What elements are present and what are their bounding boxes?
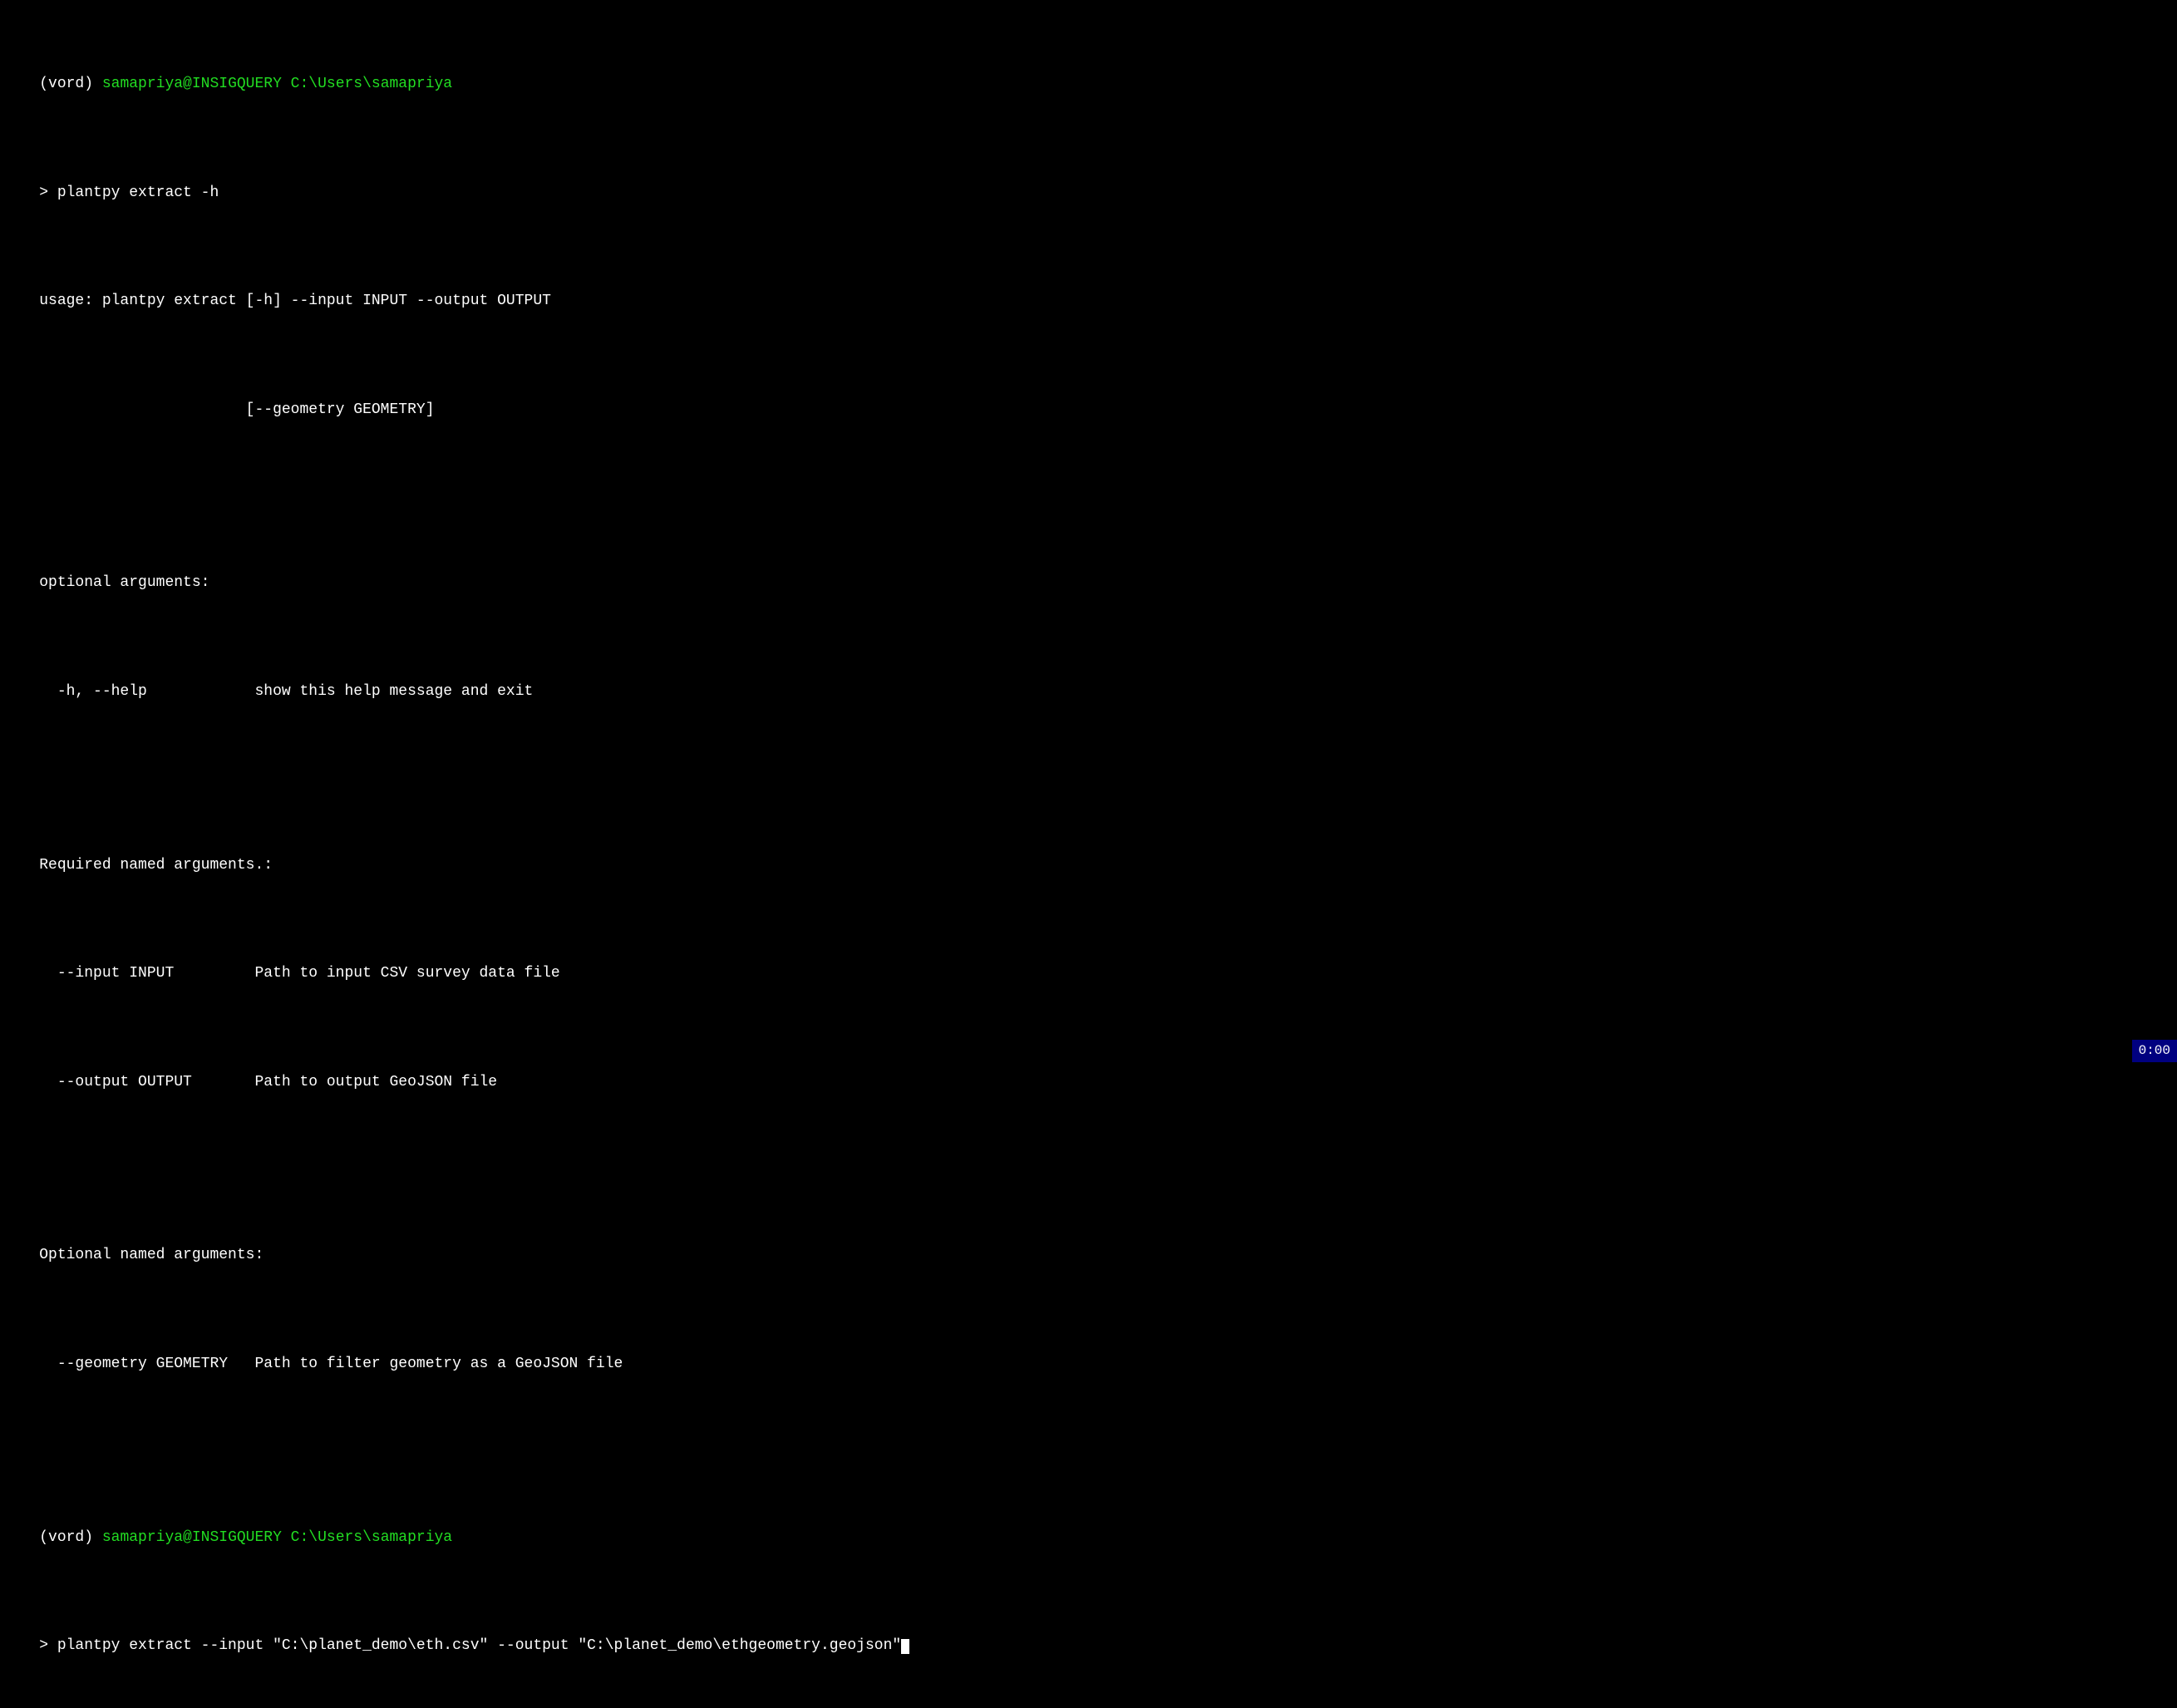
- command-1: > plantpy extract -h: [39, 185, 219, 201]
- line-1: (vord) samapriya@INSIGQUERY C:\Users\sam…: [3, 52, 2174, 116]
- required-args-header: Required named arguments.:: [39, 857, 273, 874]
- blank-1: [3, 485, 2174, 507]
- line-6: -h, --help show this help message and ex…: [3, 659, 2174, 724]
- prompt-prefix-1: (vord): [39, 76, 102, 92]
- line-10: Optional named arguments:: [3, 1223, 2174, 1287]
- geometry-arg: --geometry GEOMETRY Path to filter geome…: [39, 1356, 623, 1372]
- help-arg: -h, --help show this help message and ex…: [39, 683, 533, 700]
- line-2: > plantpy extract -h: [3, 160, 2174, 225]
- line-11: --geometry GEOMETRY Path to filter geome…: [3, 1331, 2174, 1396]
- optional-args-header: optional arguments:: [39, 574, 209, 591]
- line-12: (vord) samapriya@INSIGQUERY C:\Users\sam…: [3, 1504, 2174, 1569]
- status-bar: 0:00: [2132, 1040, 2177, 1062]
- blank-3: [3, 1158, 2174, 1179]
- line-13: > plantpy extract --input "C:\planet_dem…: [3, 1613, 2174, 1678]
- prompt-prefix-2: (vord): [39, 1529, 102, 1546]
- terminal-window: (vord) samapriya@INSIGQUERY C:\Users\sam…: [0, 0, 2177, 1708]
- status-time: 0:00: [2139, 1043, 2170, 1058]
- line-4: [--geometry GEOMETRY]: [3, 377, 2174, 442]
- input-arg: --input INPUT Path to input CSV survey d…: [39, 965, 560, 982]
- usage-line: usage: plantpy extract [-h] --input INPU…: [39, 293, 551, 309]
- cursor: [901, 1639, 909, 1654]
- prompt-user-1: samapriya@INSIGQUERY C:\Users\samapriya: [102, 76, 452, 92]
- blank-4: [3, 1440, 2174, 1461]
- line-5: optional arguments:: [3, 550, 2174, 615]
- optional-named-header: Optional named arguments:: [39, 1247, 264, 1263]
- output-arg: --output OUTPUT Path to output GeoJSON f…: [39, 1074, 497, 1090]
- command-2: > plantpy extract --input "C:\planet_dem…: [39, 1637, 901, 1654]
- prompt-user-2: samapriya@INSIGQUERY C:\Users\samapriya: [102, 1529, 452, 1546]
- line-3: usage: plantpy extract [-h] --input INPU…: [3, 268, 2174, 333]
- line-8: --input INPUT Path to input CSV survey d…: [3, 941, 2174, 1006]
- line-9: --output OUTPUT Path to output GeoJSON f…: [3, 1050, 2174, 1115]
- line-7: Required named arguments.:: [3, 833, 2174, 898]
- blank-2: [3, 767, 2174, 789]
- usage-continuation: [--geometry GEOMETRY]: [39, 401, 434, 418]
